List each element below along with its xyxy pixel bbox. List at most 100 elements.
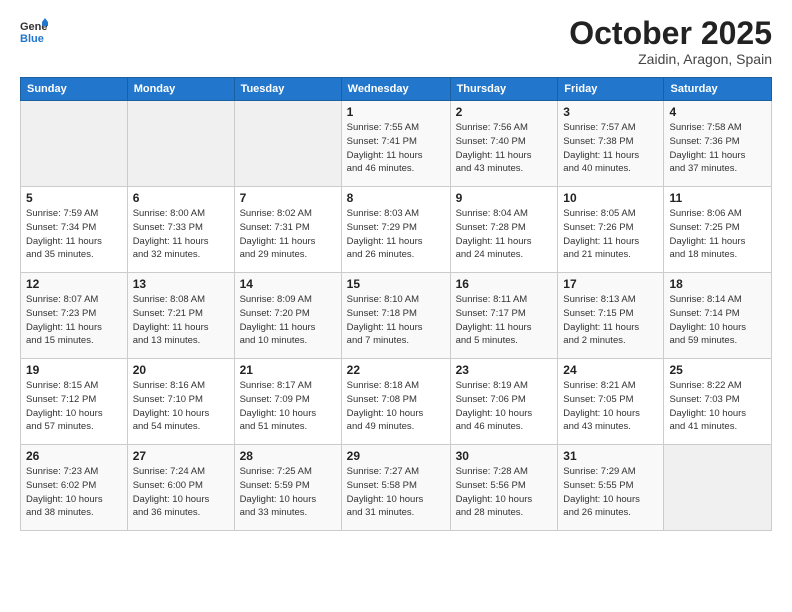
day-number: 30 xyxy=(456,449,553,463)
day-number: 29 xyxy=(347,449,445,463)
week-row-4: 19Sunrise: 8:15 AM Sunset: 7:12 PM Dayli… xyxy=(21,359,772,445)
day-info: Sunrise: 7:56 AM Sunset: 7:40 PM Dayligh… xyxy=(456,121,553,176)
day-number: 25 xyxy=(669,363,766,377)
day-number: 15 xyxy=(347,277,445,291)
day-cell: 14 Sunrise: 8:09 AM Sunset: 7:20 PM Dayli… xyxy=(234,273,341,359)
day-cell: 24Sunrise: 8:21 AM Sunset: 7:05 PM Dayli… xyxy=(558,359,664,445)
weekday-tuesday: Tuesday xyxy=(234,78,341,101)
day-cell: 1 Sunrise: 7:55 AM Sunset: 7:41 PM Daylig… xyxy=(341,101,450,187)
day-cell: 27Sunrise: 7:24 AM Sunset: 6:00 PM Dayli… xyxy=(127,445,234,531)
weekday-thursday: Thursday xyxy=(450,78,558,101)
logo-icon: General Blue xyxy=(20,16,48,44)
day-cell: 19Sunrise: 8:15 AM Sunset: 7:12 PM Dayli… xyxy=(21,359,128,445)
month-title: October 2025 xyxy=(569,16,772,51)
day-number: 1 xyxy=(347,105,445,119)
day-info: Sunrise: 8:18 AM Sunset: 7:08 PM Dayligh… xyxy=(347,379,445,434)
day-cell: 20 Sunrise: 8:16 AM Sunset: 7:10 PM Dayli… xyxy=(127,359,234,445)
day-cell: 12Sunrise: 8:07 AM Sunset: 7:23 PM Dayli… xyxy=(21,273,128,359)
day-number: 24 xyxy=(563,363,658,377)
day-number: 23 xyxy=(456,363,553,377)
day-info: Sunrise: 8:00 AM Sunset: 7:33 PM Dayligh… xyxy=(133,207,229,262)
day-number: 22 xyxy=(347,363,445,377)
day-number: 14 xyxy=(240,277,336,291)
day-info: Sunrise: 8:16 AM Sunset: 7:10 PM Dayligh… xyxy=(133,379,229,434)
day-cell: 8Sunrise: 8:03 AM Sunset: 7:29 PM Daylig… xyxy=(341,187,450,273)
day-number: 28 xyxy=(240,449,336,463)
day-info: Sunrise: 7:25 AM Sunset: 5:59 PM Dayligh… xyxy=(240,465,336,520)
weekday-header-row: SundayMondayTuesdayWednesdayThursdayFrid… xyxy=(21,78,772,101)
day-info: Sunrise: 8:11 AM Sunset: 7:17 PM Dayligh… xyxy=(456,293,553,348)
day-info: Sunrise: 7:23 AM Sunset: 6:02 PM Dayligh… xyxy=(26,465,122,520)
weekday-friday: Friday xyxy=(558,78,664,101)
day-info: Sunrise: 8:19 AM Sunset: 7:06 PM Dayligh… xyxy=(456,379,553,434)
day-cell: 22 Sunrise: 8:18 AM Sunset: 7:08 PM Dayli… xyxy=(341,359,450,445)
day-cell: 5 Sunrise: 7:59 AM Sunset: 7:34 PM Daylig… xyxy=(21,187,128,273)
day-cell: 23 Sunrise: 8:19 AM Sunset: 7:06 PM Dayli… xyxy=(450,359,558,445)
day-info: Sunrise: 8:03 AM Sunset: 7:29 PM Dayligh… xyxy=(347,207,445,262)
day-cell: 13 Sunrise: 8:08 AM Sunset: 7:21 PM Dayli… xyxy=(127,273,234,359)
day-number: 4 xyxy=(669,105,766,119)
day-number: 7 xyxy=(240,191,336,205)
day-info: Sunrise: 7:27 AM Sunset: 5:58 PM Dayligh… xyxy=(347,465,445,520)
day-cell: 4 Sunrise: 7:58 AM Sunset: 7:36 PM Daylig… xyxy=(664,101,772,187)
week-row-2: 5 Sunrise: 7:59 AM Sunset: 7:34 PM Daylig… xyxy=(21,187,772,273)
day-number: 11 xyxy=(669,191,766,205)
day-number: 5 xyxy=(26,191,122,205)
day-number: 13 xyxy=(133,277,229,291)
weekday-sunday: Sunday xyxy=(21,78,128,101)
day-number: 26 xyxy=(26,449,122,463)
day-info: Sunrise: 8:06 AM Sunset: 7:25 PM Dayligh… xyxy=(669,207,766,262)
title-block: October 2025 Zaidin, Aragon, Spain xyxy=(569,16,772,67)
day-number: 18 xyxy=(669,277,766,291)
day-cell xyxy=(127,101,234,187)
day-cell: 11 Sunrise: 8:06 AM Sunset: 7:25 PM Dayli… xyxy=(664,187,772,273)
day-cell: 21Sunrise: 8:17 AM Sunset: 7:09 PM Dayli… xyxy=(234,359,341,445)
week-row-1: 1 Sunrise: 7:55 AM Sunset: 7:41 PM Daylig… xyxy=(21,101,772,187)
day-cell: 26 Sunrise: 7:23 AM Sunset: 6:02 PM Dayli… xyxy=(21,445,128,531)
day-number: 27 xyxy=(133,449,229,463)
day-info: Sunrise: 8:07 AM Sunset: 7:23 PM Dayligh… xyxy=(26,293,122,348)
day-info: Sunrise: 8:22 AM Sunset: 7:03 PM Dayligh… xyxy=(669,379,766,434)
day-number: 17 xyxy=(563,277,658,291)
day-info: Sunrise: 8:10 AM Sunset: 7:18 PM Dayligh… xyxy=(347,293,445,348)
day-cell: 31Sunrise: 7:29 AM Sunset: 5:55 PM Dayli… xyxy=(558,445,664,531)
day-cell: 7Sunrise: 8:02 AM Sunset: 7:31 PM Daylig… xyxy=(234,187,341,273)
location: Zaidin, Aragon, Spain xyxy=(569,51,772,67)
day-cell: 18 Sunrise: 8:14 AM Sunset: 7:14 PM Dayli… xyxy=(664,273,772,359)
day-cell xyxy=(234,101,341,187)
day-info: Sunrise: 7:59 AM Sunset: 7:34 PM Dayligh… xyxy=(26,207,122,262)
day-number: 6 xyxy=(133,191,229,205)
day-cell xyxy=(21,101,128,187)
day-cell: 25 Sunrise: 8:22 AM Sunset: 7:03 PM Dayli… xyxy=(664,359,772,445)
day-info: Sunrise: 7:58 AM Sunset: 7:36 PM Dayligh… xyxy=(669,121,766,176)
day-info: Sunrise: 8:14 AM Sunset: 7:14 PM Dayligh… xyxy=(669,293,766,348)
day-info: Sunrise: 8:09 AM Sunset: 7:20 PM Dayligh… xyxy=(240,293,336,348)
day-number: 2 xyxy=(456,105,553,119)
day-number: 31 xyxy=(563,449,658,463)
day-cell: 30 Sunrise: 7:28 AM Sunset: 5:56 PM Dayli… xyxy=(450,445,558,531)
day-cell: 29 Sunrise: 7:27 AM Sunset: 5:58 PM Dayli… xyxy=(341,445,450,531)
day-cell: 17 Sunrise: 8:13 AM Sunset: 7:15 PM Dayli… xyxy=(558,273,664,359)
day-cell: 10Sunrise: 8:05 AM Sunset: 7:26 PM Dayli… xyxy=(558,187,664,273)
day-cell: 3Sunrise: 7:57 AM Sunset: 7:38 PM Daylig… xyxy=(558,101,664,187)
day-info: Sunrise: 7:57 AM Sunset: 7:38 PM Dayligh… xyxy=(563,121,658,176)
day-info: Sunrise: 8:05 AM Sunset: 7:26 PM Dayligh… xyxy=(563,207,658,262)
day-info: Sunrise: 8:17 AM Sunset: 7:09 PM Dayligh… xyxy=(240,379,336,434)
day-cell: 2 Sunrise: 7:56 AM Sunset: 7:40 PM Daylig… xyxy=(450,101,558,187)
day-number: 16 xyxy=(456,277,553,291)
day-info: Sunrise: 8:08 AM Sunset: 7:21 PM Dayligh… xyxy=(133,293,229,348)
day-info: Sunrise: 7:28 AM Sunset: 5:56 PM Dayligh… xyxy=(456,465,553,520)
day-number: 20 xyxy=(133,363,229,377)
day-info: Sunrise: 8:13 AM Sunset: 7:15 PM Dayligh… xyxy=(563,293,658,348)
day-cell: 28 Sunrise: 7:25 AM Sunset: 5:59 PM Dayli… xyxy=(234,445,341,531)
page-header: General Blue October 2025 Zaidin, Aragon… xyxy=(20,16,772,67)
day-number: 9 xyxy=(456,191,553,205)
week-row-5: 26 Sunrise: 7:23 AM Sunset: 6:02 PM Dayli… xyxy=(21,445,772,531)
day-info: Sunrise: 7:55 AM Sunset: 7:41 PM Dayligh… xyxy=(347,121,445,176)
weekday-wednesday: Wednesday xyxy=(341,78,450,101)
weekday-monday: Monday xyxy=(127,78,234,101)
day-cell: 16 Sunrise: 8:11 AM Sunset: 7:17 PM Dayli… xyxy=(450,273,558,359)
day-cell: 6 Sunrise: 8:00 AM Sunset: 7:33 PM Daylig… xyxy=(127,187,234,273)
weekday-saturday: Saturday xyxy=(664,78,772,101)
day-cell: 15 Sunrise: 8:10 AM Sunset: 7:18 PM Dayli… xyxy=(341,273,450,359)
